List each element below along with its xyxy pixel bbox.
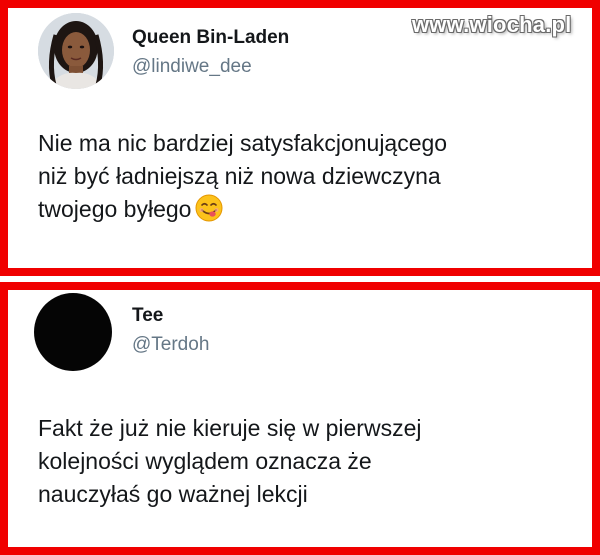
author-handle[interactable]: @lindiwe_dee xyxy=(132,56,252,78)
author-name[interactable]: Tee xyxy=(132,305,163,327)
tweet-body: Fakt że już nie kieruje się w pierwszej … xyxy=(38,412,421,511)
avatar-queen-bin-laden[interactable] xyxy=(38,13,114,89)
tweet-text: Fakt że już nie kieruje się w pierwszej … xyxy=(38,415,422,507)
author-name[interactable]: Queen Bin-Laden xyxy=(132,27,289,49)
profile-photo-icon xyxy=(38,13,114,89)
site-watermark: www.wiocha.pl xyxy=(412,12,572,37)
tweet-body: Nie ma nic bardziej satysfakcjonującego … xyxy=(38,127,447,226)
tweet-text: Nie ma nic bardziej satysfakcjonującego … xyxy=(38,130,448,222)
avatar-tee[interactable] xyxy=(34,293,112,371)
savoring-food-face-emoji-icon xyxy=(195,194,223,222)
author-handle[interactable]: @Terdoh xyxy=(132,334,209,356)
